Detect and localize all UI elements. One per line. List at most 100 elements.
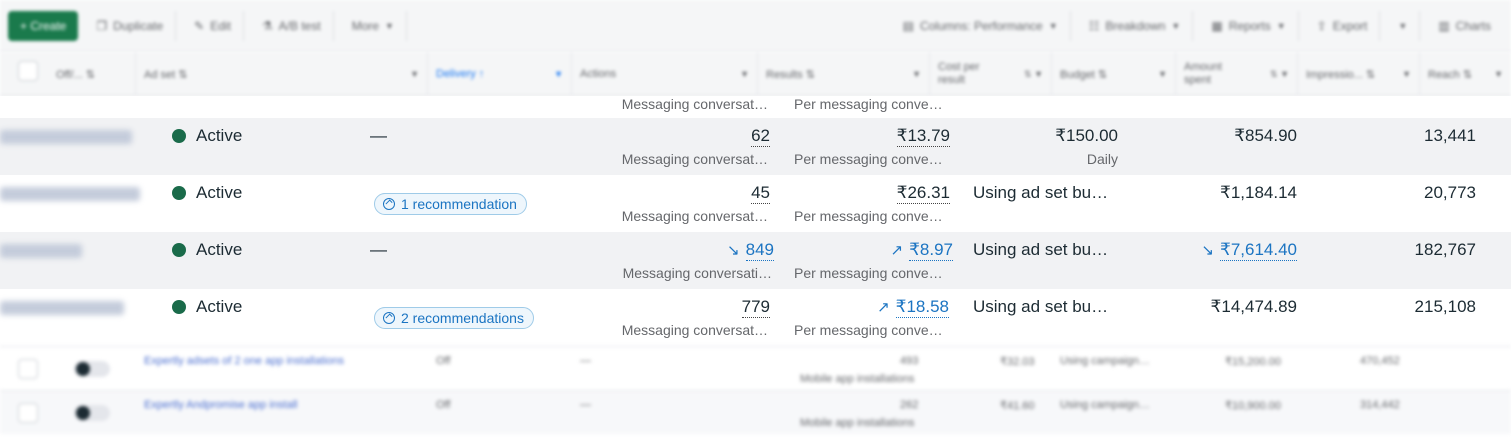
columns-label: Columns: Performance (919, 18, 1043, 33)
cost-subtitle: Per messaging conve… (794, 151, 943, 167)
duplicate-button[interactable]: ❐ Duplicate (84, 10, 177, 41)
results-value[interactable]: 62 (600, 126, 770, 147)
column-label: Cost per result (938, 61, 980, 86)
select-all-checkbox[interactable] (18, 61, 38, 81)
export-label: Export (1332, 18, 1368, 33)
delivery-status: Active (172, 297, 242, 317)
results-value: 493 (900, 355, 919, 367)
ad-set-name-link[interactable]: Expertly adsets of 2 one app installatio… (144, 355, 344, 367)
table-row[interactable]: Active 2 recommendations 779 Messaging c… (0, 289, 1511, 346)
table-row-partial: Messaging conversat… Per messaging conve… (0, 96, 1511, 118)
row-checkbox[interactable] (18, 359, 38, 379)
reach-value: 215,108 (1414, 297, 1476, 316)
column-header-reach[interactable]: Reach ⇅ ▼ (1420, 52, 1511, 96)
caret-down-icon: ▼ (385, 20, 394, 31)
results-value[interactable]: ↘ 849 (600, 240, 774, 261)
status-label: Off (436, 355, 451, 367)
column-label: Delivery ↑ (436, 68, 485, 80)
results-subtitle: Messaging conversat… (621, 322, 768, 338)
caret-down-icon: ▼ (1158, 69, 1167, 79)
cost-subtitle: Per messaging conve… (794, 96, 943, 112)
column-header-budget[interactable]: Budget ⇅ ▼ (1052, 52, 1176, 96)
column-header-actions[interactable]: Actions ▼ (572, 52, 758, 96)
pencil-icon: ✎ (194, 18, 205, 33)
budget-subtitle: Daily (1086, 151, 1118, 167)
on-off-toggle[interactable] (74, 405, 110, 421)
budget-value[interactable]: ₹150.00 (960, 126, 1118, 146)
caret-down-icon: ▼ (1171, 20, 1181, 31)
cost-subtitle: Per messaging conve… (794, 208, 943, 224)
column-label: Impressio... ⇅ (1306, 68, 1376, 81)
columns-button[interactable]: ▤ Columns: Performance ▼ (891, 10, 1071, 41)
column-label: Off/... ⇅ (56, 68, 95, 81)
status-label: Active (196, 240, 243, 259)
cost-per-result-value[interactable]: ₹26.31 (794, 183, 950, 204)
cost-per-result-value[interactable]: ↗ ₹18.58 (794, 297, 949, 318)
ad-set-table-body: Messaging conversat… Per messaging conve… (0, 96, 1511, 346)
status-label: Active (196, 183, 243, 202)
recommendation-icon (383, 312, 395, 324)
lower-ad-set-rows: Expertly adsets of 2 one app installatio… (0, 346, 1511, 438)
column-header-delivery[interactable]: Delivery ↑ ▼ (428, 52, 572, 96)
budget-value[interactable]: Using ad set bu… (973, 240, 1108, 260)
export-button[interactable]: ⇪ Export (1305, 10, 1381, 41)
reports-label: Reports (1228, 18, 1271, 33)
column-header-off-on[interactable]: Off/... ⇅ (48, 52, 136, 96)
results-subtitle: Messaging conversat… (621, 208, 768, 224)
recommendation-badge[interactable]: 1 recommendation (374, 193, 527, 215)
impressions-value: 470,452 (1360, 355, 1400, 367)
charts-button[interactable]: ▥ Charts (1426, 11, 1503, 41)
column-header-cost-per-result[interactable]: Cost per result ⇅ ▼ (930, 52, 1052, 96)
results-value: 262 (900, 399, 919, 411)
table-row[interactable]: Active — ↘ 849 Messaging conversati… ↗ ₹8.… (0, 232, 1511, 289)
budget-value[interactable]: Using ad set bu… (973, 297, 1108, 317)
cost-number: ₹18.58 (895, 297, 949, 318)
row-checkbox[interactable] (18, 403, 38, 423)
ad-set-name[interactable] (0, 301, 124, 315)
results-subtitle: Messaging conversati… (622, 265, 772, 281)
duplicate-icon: ❐ (96, 18, 108, 33)
column-header-ad-set[interactable]: Ad set ⇅ ▼ (136, 52, 428, 96)
status-label: Active (196, 297, 243, 316)
results-value[interactable]: 45 (600, 183, 770, 204)
ab-test-button[interactable]: ⚗ A/B test (250, 10, 334, 41)
caret-down-icon: ▼ (1276, 20, 1286, 31)
cost-per-result-value[interactable]: ₹13.79 (794, 126, 950, 147)
more-button[interactable]: More ▼ (340, 10, 407, 41)
caret-down-icon: ▼ (1494, 69, 1503, 79)
budget-value[interactable]: Using ad set bu… (973, 183, 1108, 203)
duplicate-label: Duplicate (113, 18, 164, 33)
caret-down-icon: ⇅ ▼ (1270, 68, 1289, 79)
column-header-results[interactable]: Results ⇅ ▼ (758, 52, 930, 96)
amount-spent-value[interactable]: ↘ ₹7,614.40 (1140, 240, 1297, 261)
column-label: Actions (580, 68, 617, 80)
cost-subtitle: Per messaging conve… (794, 322, 943, 338)
column-header-amount-spent[interactable]: Amount spent ⇅ ▼ (1176, 52, 1298, 96)
ad-set-name[interactable] (0, 187, 140, 201)
ad-set-name[interactable] (0, 244, 82, 258)
delivery-empty: — (370, 126, 387, 145)
amount-spent-value: ₹15,200.00 (1225, 356, 1281, 368)
edit-button[interactable]: ✎ Edit (182, 10, 244, 41)
table-row[interactable]: Active — 62 Messaging conversat… ₹13.79 … (0, 118, 1511, 175)
ad-set-name[interactable] (0, 130, 132, 144)
ad-set-name-link[interactable]: Expertly Andpromise app install (144, 399, 297, 411)
on-off-toggle[interactable] (74, 361, 110, 377)
recommendation-badge[interactable]: 2 recommendations (374, 307, 534, 329)
reports-button[interactable]: ▦ Reports ▼ (1199, 10, 1299, 41)
table-row[interactable]: Active 1 recommendation 45 Messaging con… (0, 175, 1511, 232)
table-row[interactable]: Expertly adsets of 2 one app installatio… (0, 346, 1511, 390)
cost-per-result-value[interactable]: ↗ ₹8.97 (794, 240, 953, 261)
results-value[interactable]: 779 (600, 297, 770, 318)
breakdown-button[interactable]: ☷ Breakdown ▼ (1077, 10, 1194, 41)
more-label: More (351, 18, 380, 33)
export-menu-button[interactable]: ▼ (1386, 10, 1421, 41)
column-label: Results ⇅ (766, 68, 815, 81)
trend-down-icon: ↘ (1201, 242, 1214, 259)
table-row[interactable]: Expertly Andpromise app install Off — 26… (0, 390, 1511, 434)
caret-down-icon: ▼ (912, 69, 921, 79)
create-button[interactable]: + Create (8, 10, 79, 41)
column-header-impressions[interactable]: Impressio... ⇅ ▼ (1298, 52, 1420, 96)
column-label: Budget ⇅ (1060, 68, 1108, 81)
caret-down-icon: ▼ (1402, 69, 1411, 79)
